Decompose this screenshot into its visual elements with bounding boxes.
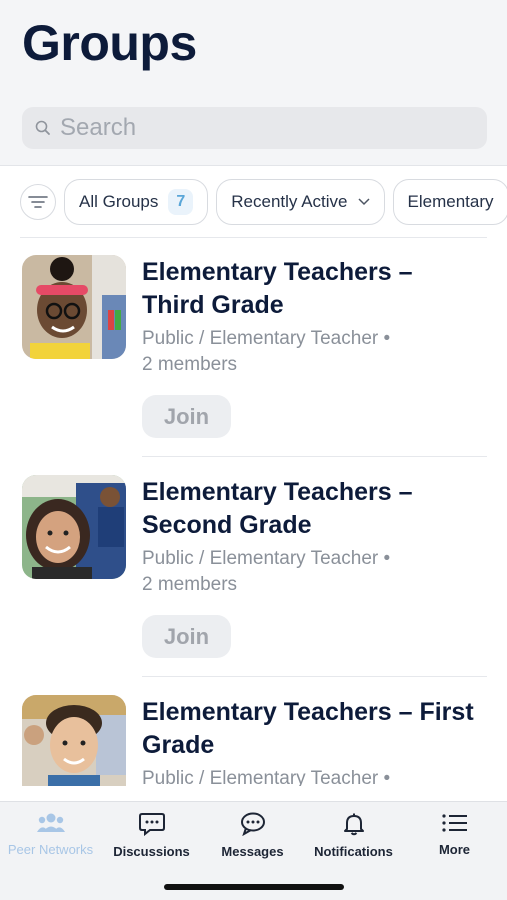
chip-label: All Groups	[79, 192, 159, 211]
group-meta: Public / Elementary Teacher • 2 members	[142, 328, 391, 375]
group-title[interactable]: Elementary Teachers – Second Grade	[142, 476, 492, 542]
group-meta: Public / Elementary Teacher •	[142, 768, 391, 786]
home-indicator[interactable]	[164, 884, 344, 890]
tab-discussions[interactable]: Discussions	[101, 812, 202, 862]
divider	[142, 456, 487, 457]
join-button[interactable]: Join	[142, 615, 231, 658]
group-item[interactable]: Elementary Teachers – First Grade Public…	[0, 678, 507, 786]
filter-icon	[28, 196, 48, 208]
group-thumbnail	[22, 255, 126, 359]
chip-label: Recently Active	[231, 192, 348, 211]
menu-icon	[441, 814, 467, 832]
group-title[interactable]: Elementary Teachers – Third Grade	[142, 256, 492, 322]
tab-label: Notifications	[314, 844, 393, 859]
group-item[interactable]: Elementary Teachers – Third Grade Public…	[0, 238, 507, 458]
people-icon	[36, 813, 65, 832]
tab-label: Messages	[221, 844, 284, 859]
chat-bubble-icon	[138, 813, 165, 836]
page-title: Groups	[22, 15, 197, 71]
group-item[interactable]: Elementary Teachers – Second Grade Publi…	[0, 458, 507, 678]
group-thumbnail	[22, 475, 126, 579]
message-bubble-icon	[240, 812, 265, 836]
chevron-down-icon	[357, 198, 370, 206]
search-icon	[35, 120, 50, 135]
tab-label: Discussions	[113, 844, 190, 859]
group-meta: Public / Elementary Teacher • 2 members	[142, 548, 391, 595]
bell-icon	[343, 813, 364, 836]
tab-messages[interactable]: Messages	[202, 812, 303, 862]
search-input[interactable]	[60, 114, 440, 142]
count-badge: 7	[168, 189, 194, 215]
filter-bar: All Groups 7 Recently Active Elementary	[0, 167, 507, 237]
chip-elementary[interactable]: Elementary	[392, 179, 507, 225]
chip-recently-active[interactable]: Recently Active	[216, 179, 385, 225]
chip-label: Elementary	[407, 192, 494, 211]
tab-peer-networks[interactable]: Peer Networks	[0, 812, 101, 862]
tab-label: More	[438, 842, 471, 857]
group-thumbnail	[22, 695, 126, 786]
filter-button[interactable]	[20, 184, 56, 220]
group-title[interactable]: Elementary Teachers – First Grade	[142, 696, 492, 762]
header: Groups	[0, 0, 507, 166]
chip-all-groups[interactable]: All Groups 7	[64, 179, 209, 225]
divider	[142, 676, 487, 677]
search-bar[interactable]	[22, 107, 487, 149]
group-list: Elementary Teachers – Third Grade Public…	[0, 238, 507, 786]
tab-label: Peer Networks	[7, 842, 94, 857]
tab-notifications[interactable]: Notifications	[303, 812, 404, 862]
tab-more[interactable]: More	[404, 812, 505, 862]
join-button[interactable]: Join	[142, 395, 231, 438]
